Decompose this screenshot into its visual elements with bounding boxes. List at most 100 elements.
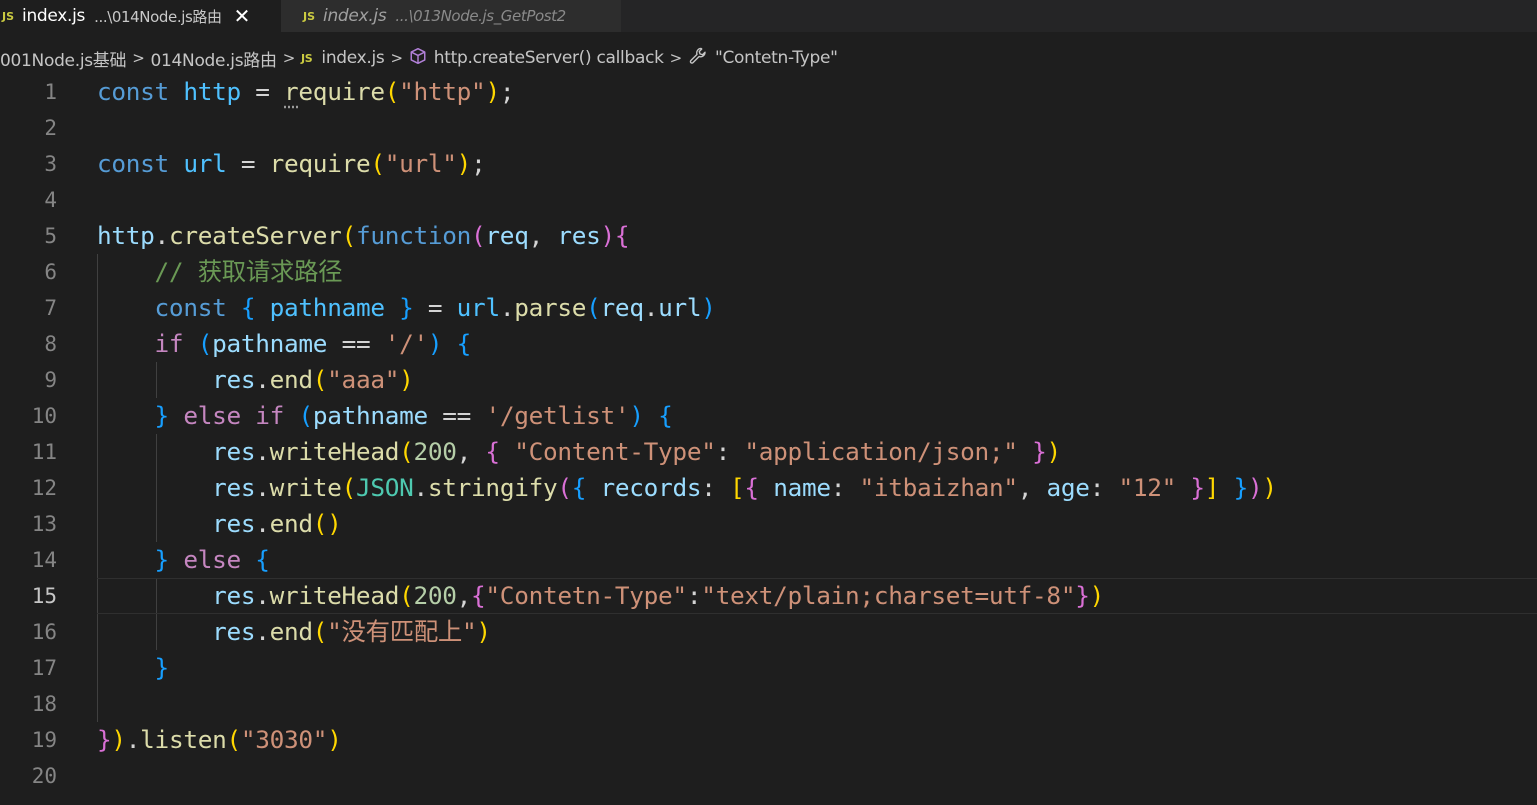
code-token: stringify (427, 473, 558, 502)
code-token: ) (327, 725, 342, 754)
line-number: 3 (44, 152, 57, 176)
line-number: 4 (44, 188, 57, 212)
code-text: res.writeHead(200,{"Contetn-Type":"text/… (97, 578, 1104, 614)
code-token: const (97, 77, 169, 106)
code-token: . (125, 725, 141, 754)
code-line[interactable]: 14 } else { (0, 542, 1537, 578)
tab-path: ...\014Node.js路由 (94, 7, 222, 26)
code-token: ) (111, 725, 126, 754)
breadcrumb-item-callback[interactable]: http.createServer() callback (434, 48, 664, 68)
code-line[interactable]: 3 const url = require("url"); (0, 146, 1537, 182)
code-token: : (1089, 473, 1119, 502)
code-token: ) (456, 149, 472, 178)
line-number: 10 (31, 404, 57, 428)
breadcrumb-item-folder-001[interactable]: 001Node.js基础 (0, 46, 127, 71)
code-token: ) (1262, 473, 1277, 502)
code-token: "没有匹配上" (327, 617, 477, 646)
code-line[interactable]: 8 if (pathname == '/') { (0, 326, 1537, 362)
code-token: write (269, 473, 342, 502)
line-number: 18 (31, 692, 57, 716)
code-token: . (154, 221, 170, 250)
code-token: , (1017, 473, 1047, 502)
breadcrumb-item-property[interactable]: "Contetn-Type" (715, 48, 838, 68)
code-token: if (255, 401, 285, 430)
breadcrumb-item-file[interactable]: index.js (321, 48, 384, 68)
code-line[interactable]: 5 http.createServer(function(req, res){ (0, 218, 1537, 254)
code-text: const { pathname } = url.parse(req.url) (97, 290, 716, 326)
code-token: ( (298, 401, 313, 430)
code-line[interactable]: 12 res.write(JSON.stringify({ records: [… (0, 470, 1537, 506)
breadcrumb-item-folder-014[interactable]: 014Node.js路由 (150, 46, 277, 71)
code-token: function (355, 221, 472, 250)
line-number: 2 (44, 116, 57, 140)
tab-index-js-013[interactable]: JS index.js ...\013Node.js_GetPost2 (281, 0, 621, 32)
code-token: ( (399, 437, 414, 466)
code-line[interactable]: 20 (0, 758, 1537, 794)
code-line[interactable]: 16 res.end("没有匹配上") (0, 614, 1537, 650)
code-token: writeHead (269, 581, 400, 610)
code-token: "12" (1118, 473, 1177, 502)
code-editor[interactable]: 1 const http = require("http"); 2 3 const ur… (0, 74, 1537, 805)
line-number: 8 (44, 332, 57, 356)
code-token: = (413, 293, 457, 322)
code-token: ) (427, 329, 443, 358)
code-line[interactable]: 13 res.end() (0, 506, 1537, 542)
code-line[interactable]: 10 } else if (pathname == '/getlist') { (0, 398, 1537, 434)
code-line[interactable]: 17 } (0, 650, 1537, 686)
code-token: ; (499, 77, 515, 106)
cube-icon (409, 47, 427, 70)
tab-index-js-014[interactable]: JS index.js ...\014Node.js路由 ✕ (0, 0, 281, 32)
code-line[interactable]: 1 const http = require("http"); (0, 74, 1537, 110)
code-token: "text/plain;charset=utf-8" (701, 581, 1076, 610)
code-token: [ (730, 473, 745, 502)
code-token: : (701, 473, 731, 502)
tab-bar: JS index.js ...\014Node.js路由 ✕ JS index.… (0, 0, 1537, 32)
code-line[interactable]: 2 (0, 110, 1537, 146)
code-token: res (212, 365, 256, 394)
code-token: . (413, 473, 429, 502)
code-line[interactable]: 11 res.writeHead(200, { "Content-Type": … (0, 434, 1537, 470)
line-number: 11 (31, 440, 57, 464)
close-icon[interactable]: ✕ (234, 6, 251, 26)
code-token: == (427, 401, 486, 430)
code-token: = (240, 77, 285, 106)
code-line[interactable]: 19}).listen("3030") (0, 722, 1537, 758)
code-text: } (97, 650, 170, 686)
code-token: r (284, 77, 299, 106)
code-token: res (212, 617, 256, 646)
code-token: } (1190, 473, 1205, 502)
line-number: 16 (31, 620, 57, 644)
code-token: ( (384, 77, 400, 106)
code-token: const (97, 149, 169, 178)
code-line[interactable]: 6 // 获取请求路径 (0, 254, 1537, 290)
wrench-icon (688, 46, 708, 71)
code-token: ] (1204, 473, 1220, 502)
code-token: else (183, 545, 241, 574)
code-line[interactable]: 7 const { pathname } = url.parse(req.url… (0, 290, 1537, 326)
code-token: else (183, 401, 241, 430)
code-line[interactable]: 15 res.writeHead(200,{"Contetn-Type":"te… (0, 578, 1537, 614)
code-token: const (154, 293, 227, 322)
code-token: , (528, 221, 558, 250)
code-line[interactable]: 9 res.end("aaa") (0, 362, 1537, 398)
code-token: pathname (212, 329, 328, 358)
code-line[interactable]: 18 (0, 686, 1537, 722)
code-token: ) (1046, 437, 1061, 466)
code-token: createServer (168, 221, 342, 250)
code-token: listen (140, 725, 227, 754)
code-token: end (269, 617, 313, 646)
line-number: 15 (31, 584, 57, 608)
code-token: if (154, 329, 184, 358)
code-line[interactable]: 4 (0, 182, 1537, 218)
